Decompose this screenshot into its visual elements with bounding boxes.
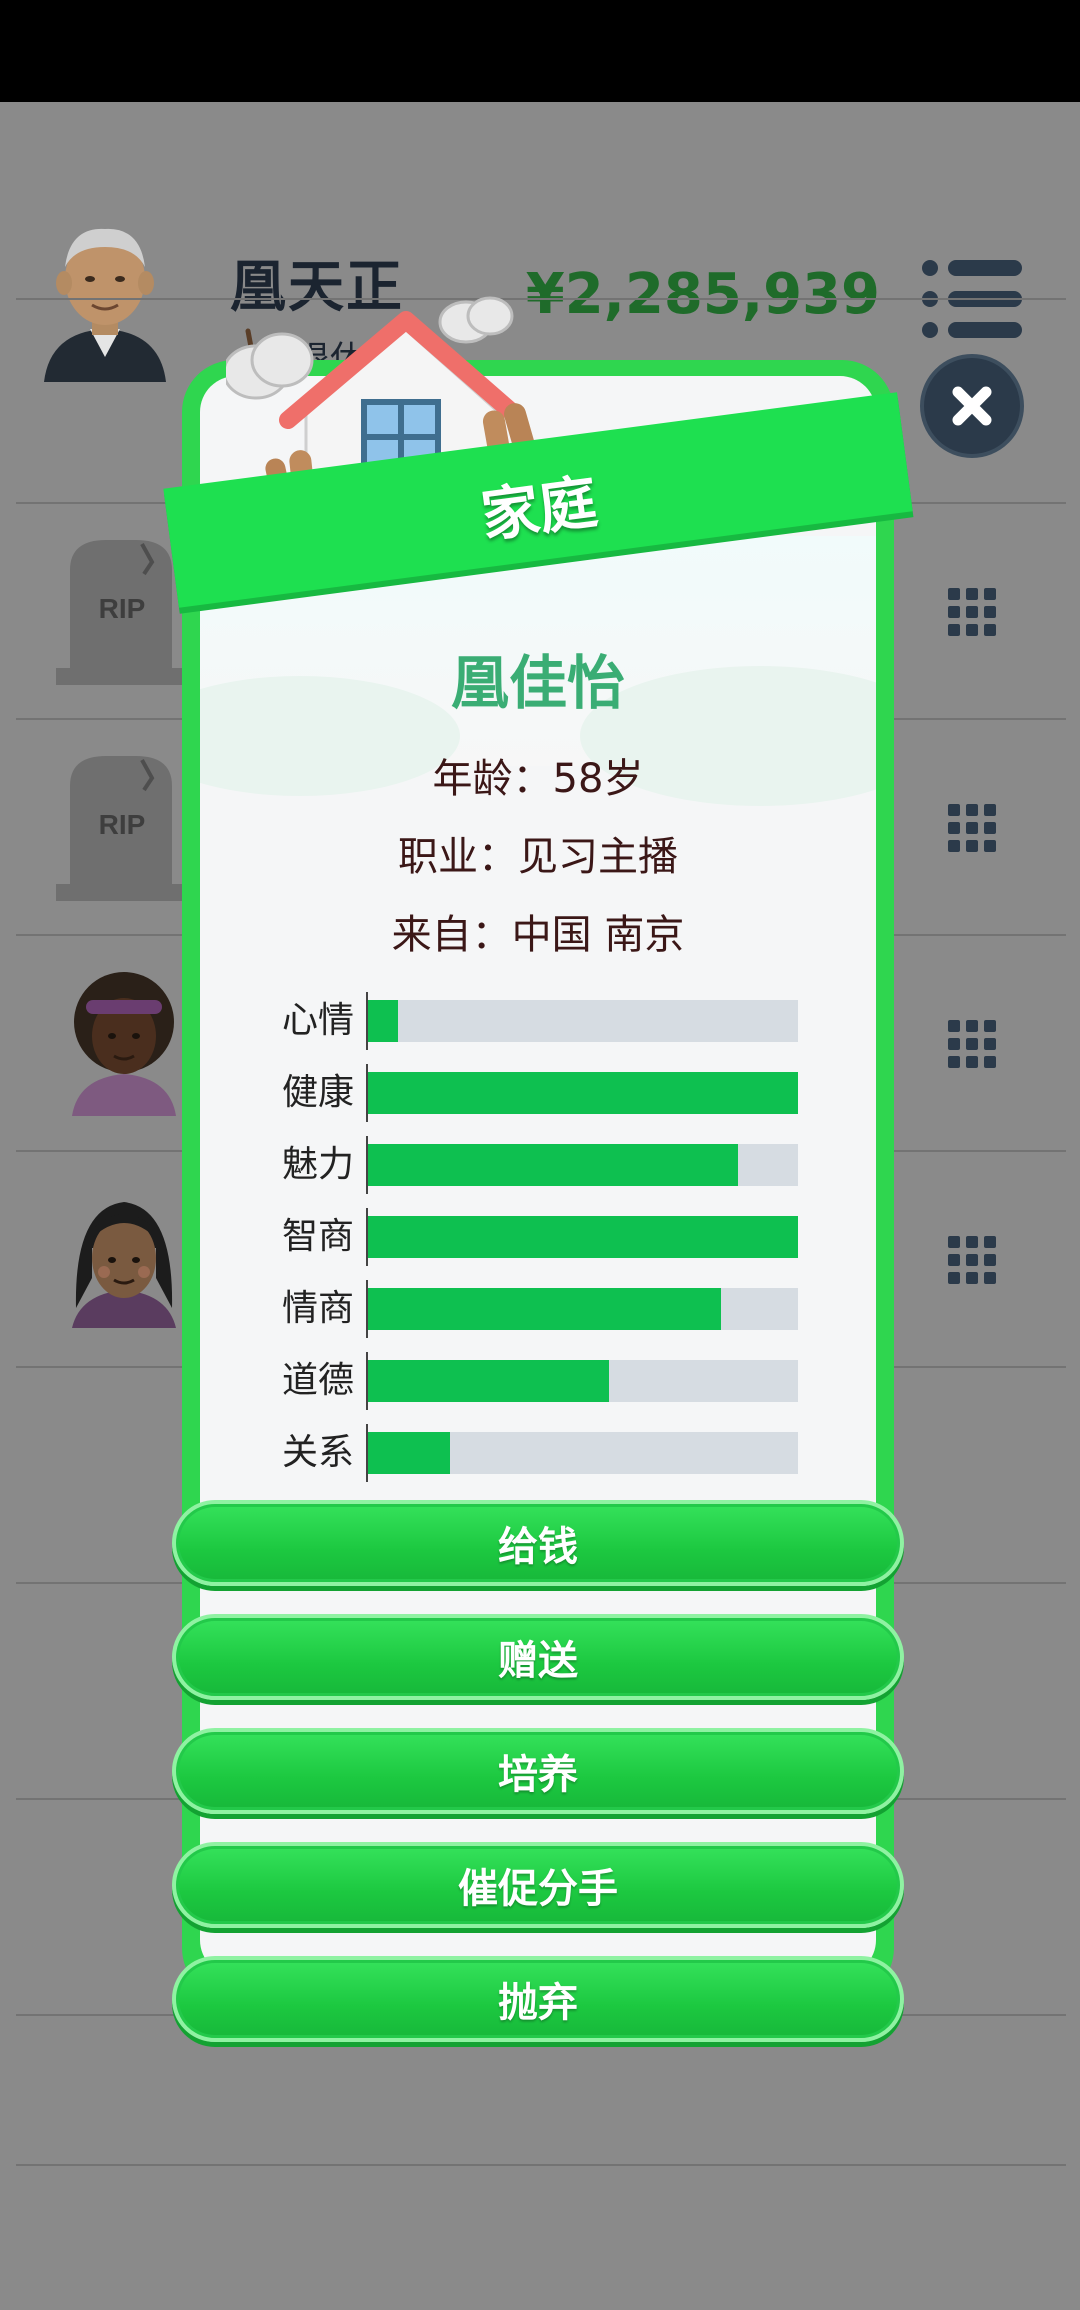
svg-text:RIP: RIP xyxy=(99,809,146,840)
stat-label: 心情 xyxy=(281,1000,354,1041)
grid-icon[interactable] xyxy=(948,804,996,852)
stat-label: 智商 xyxy=(281,1216,354,1257)
abandon-button[interactable]: 抛弃 xyxy=(172,1956,904,2042)
give-money-button[interactable]: 给钱 xyxy=(172,1500,904,1586)
stat-row-health: 健康 xyxy=(250,1064,810,1122)
list-item[interactable]: RIP xyxy=(56,540,186,689)
grid-icon[interactable] xyxy=(948,1020,996,1068)
list-item[interactable] xyxy=(64,970,184,1124)
stat-axis xyxy=(366,1136,368,1194)
stat-axis xyxy=(366,1064,368,1122)
stat-fill xyxy=(368,1144,738,1186)
grid-icon[interactable] xyxy=(948,588,996,636)
stat-label: 关系 xyxy=(281,1432,354,1473)
tombstone-icon: RIP xyxy=(56,756,186,901)
urge-breakup-button[interactable]: 催促分手 xyxy=(172,1842,904,1928)
stat-track xyxy=(368,1432,798,1474)
stat-track xyxy=(368,1288,798,1330)
list-item[interactable]: RIP xyxy=(56,756,186,905)
stat-row-morality: 道德 xyxy=(250,1352,810,1410)
stat-row-mood: 心情 xyxy=(250,992,810,1050)
player-avatar[interactable] xyxy=(40,217,170,387)
grid-icon[interactable] xyxy=(948,1236,996,1284)
svg-text:RIP: RIP xyxy=(99,593,146,624)
stat-axis xyxy=(366,992,368,1050)
avatar-girl-icon xyxy=(72,1202,176,1328)
member-origin: 来自：中国 南京 xyxy=(391,912,685,958)
stat-fill xyxy=(368,1360,609,1402)
stat-label: 道德 xyxy=(281,1360,354,1401)
list-item[interactable] xyxy=(64,1188,194,1342)
stat-fill xyxy=(368,1000,399,1042)
row-divider xyxy=(16,2164,1066,2166)
stat-track xyxy=(368,1360,798,1402)
stat-row-eq: 情商 xyxy=(250,1280,810,1338)
stat-label: 情商 xyxy=(281,1288,354,1329)
stat-track xyxy=(368,1144,798,1186)
stat-row-relationship: 关系 xyxy=(250,1424,810,1482)
stat-track xyxy=(368,1072,798,1114)
header: 凰天正 退休 ¥2,285,939 xyxy=(0,102,1080,382)
stat-row-iq: 智商 xyxy=(250,1208,810,1266)
stat-label: 健康 xyxy=(281,1072,354,1113)
stat-track xyxy=(368,1216,798,1258)
stat-row-charm: 魅力 xyxy=(250,1136,810,1194)
gift-button[interactable]: 赠送 xyxy=(172,1614,904,1700)
stat-axis xyxy=(366,1424,368,1482)
stat-label: 魅力 xyxy=(281,1144,354,1185)
member-job: 职业：见习主播 xyxy=(398,834,678,880)
avatar-woman-icon xyxy=(72,972,176,1116)
member-age: 年龄：58岁 xyxy=(432,756,644,802)
stat-fill xyxy=(368,1216,798,1258)
tombstone-icon: RIP xyxy=(56,540,186,685)
stat-track xyxy=(368,1000,798,1042)
stat-axis xyxy=(366,1208,368,1266)
money-balance: ¥2,285,939 xyxy=(525,262,880,327)
stat-fill xyxy=(368,1288,721,1330)
stat-fill xyxy=(368,1072,798,1114)
member-name: 凰佳怡 xyxy=(450,649,625,717)
status-bar xyxy=(0,0,1080,102)
nurture-button[interactable]: 培养 xyxy=(172,1728,904,1814)
close-button[interactable] xyxy=(920,354,1024,458)
stat-axis xyxy=(366,1280,368,1338)
stat-fill xyxy=(368,1432,450,1474)
stat-axis xyxy=(366,1352,368,1410)
close-icon xyxy=(952,386,992,426)
